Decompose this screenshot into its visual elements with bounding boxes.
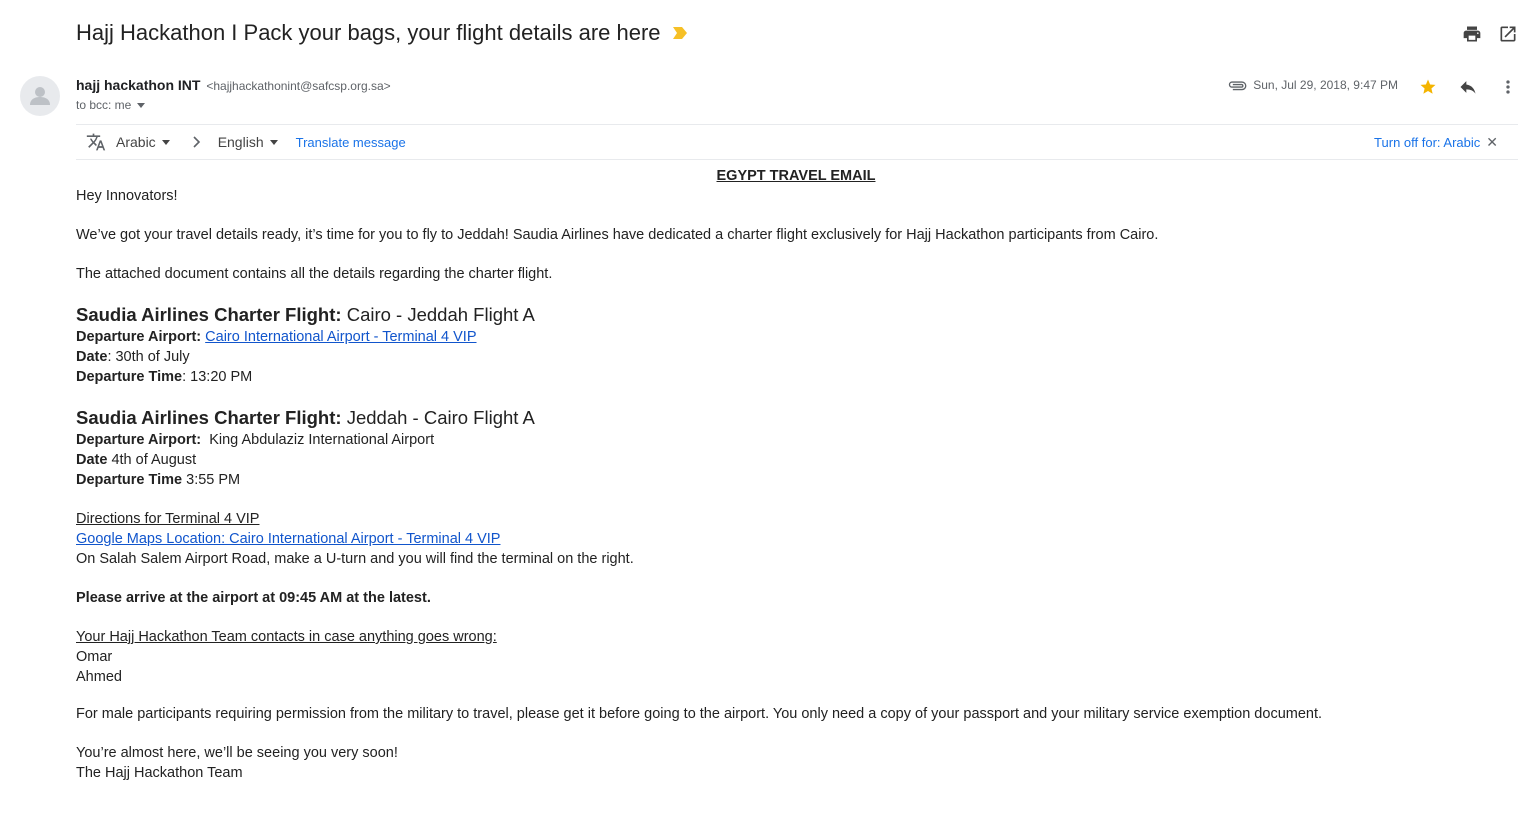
message-body: EGYPT TRAVEL EMAIL Hey Innovators! We’ve…: [76, 166, 1516, 783]
chevron-down-icon: [269, 139, 278, 145]
sender-name[interactable]: hajj hackathon INT: [76, 77, 200, 93]
chevron-down-icon: [161, 139, 170, 145]
sender-line: hajj hackathon INT <hajjhackathonint@saf…: [76, 77, 391, 93]
flight1-dep-label: Departure Airport:: [76, 329, 202, 345]
open-new-window-icon[interactable]: [1498, 24, 1518, 44]
flight1-time-value: : 13:20 PM: [182, 369, 253, 385]
flight2-date: Date 4th of August: [76, 450, 1516, 470]
star-icon[interactable]: [1417, 76, 1439, 98]
recipients-toggle[interactable]: to bcc: me: [76, 98, 146, 112]
avatar-icon: [30, 87, 50, 105]
flight1-time: Departure Time: 13:20 PM: [76, 367, 1516, 387]
flight1-date: Date: 30th of July: [76, 347, 1516, 367]
sender-email: <hajjhackathonint@safcsp.org.sa>: [206, 79, 391, 93]
close-icon[interactable]: ✕: [1486, 134, 1498, 151]
source-language-select[interactable]: Arabic: [116, 134, 170, 150]
reply-icon[interactable]: [1457, 76, 1479, 98]
avatar[interactable]: [20, 76, 60, 116]
flight1-date-label: Date: [76, 349, 108, 365]
flight2-date-value: 4th of August: [111, 452, 197, 468]
maps-link[interactable]: Google Maps Location: Cairo Internationa…: [76, 531, 500, 547]
target-language-select[interactable]: English: [218, 134, 278, 150]
flight1-date-value: : 30th of July: [107, 349, 190, 365]
contact-item: Ahmed: [76, 669, 122, 685]
intro-paragraph: We’ve got your travel details ready, it’…: [76, 227, 1159, 243]
flight1-label: Saudia Airlines Charter Flight:: [76, 304, 342, 325]
flight2-route: Jeddah - Cairo Flight A: [346, 407, 535, 428]
body-heading: EGYPT TRAVEL EMAIL: [716, 168, 876, 184]
print-icon[interactable]: [1462, 24, 1482, 44]
turn-off-translate[interactable]: Turn off for: Arabic ✕: [1374, 134, 1498, 151]
signature: The Hajj Hackathon Team: [76, 765, 243, 781]
email-subject: Hajj Hackathon I Pack your bags, your fl…: [76, 20, 687, 46]
message-meta: Sun, Jul 29, 2018, 9:47 PM: [1227, 78, 1398, 92]
attachment-icon: [1229, 81, 1247, 91]
important-marker-icon[interactable]: [672, 27, 687, 39]
translate-bar: Arabic English Translate message Turn of…: [76, 124, 1518, 160]
message-date: Sun, Jul 29, 2018, 9:47 PM: [1253, 78, 1398, 92]
closing-line: You’re almost here, we’ll be seeing you …: [76, 745, 398, 761]
flight2-departure: Departure Airport: King Abdulaziz Intern…: [76, 430, 1516, 450]
subject-title: Hajj Hackathon I Pack your bags, your fl…: [76, 20, 661, 45]
recipients-text: to bcc: me: [76, 98, 132, 112]
flight2-dep-label: Departure Airport:: [76, 432, 202, 448]
translate-icon: [86, 133, 106, 151]
flight2-time-value: 3:55 PM: [186, 472, 241, 488]
flight2-time: Departure Time 3:55 PM: [76, 470, 1516, 490]
source-language-label: Arabic: [116, 134, 156, 150]
directions-text: On Salah Salem Airport Road, make a U-tu…: [76, 551, 634, 567]
flight1-time-label: Departure Time: [76, 369, 183, 385]
arrive-note: Please arrive at the airport at 09:45 AM…: [76, 590, 431, 606]
flight2-time-label: Departure Time: [76, 472, 183, 488]
flight1-dep-airport-link[interactable]: Cairo International Airport - Terminal 4…: [205, 329, 476, 345]
flight2-dep-airport: King Abdulaziz International Airport: [209, 432, 435, 448]
more-vert-icon[interactable]: [1497, 76, 1519, 98]
chevron-down-icon: [137, 102, 146, 108]
flight2-label: Saudia Airlines Charter Flight:: [76, 407, 342, 428]
flight1-departure: Departure Airport: Cairo International A…: [76, 327, 1516, 347]
attached-paragraph: The attached document contains all the d…: [76, 266, 553, 282]
turn-off-label: Turn off for: Arabic: [1374, 135, 1481, 150]
directions-title: Directions for Terminal 4 VIP: [76, 511, 260, 527]
translate-message-link[interactable]: Translate message: [296, 135, 406, 150]
flight2-heading: Saudia Airlines Charter Flight: Jeddah -…: [76, 406, 1516, 430]
flight1-route: Cairo - Jeddah Flight A: [346, 304, 535, 325]
military-note: For male participants requiring permissi…: [76, 706, 1323, 722]
greeting: Hey Innovators!: [76, 188, 178, 204]
target-language-label: English: [217, 134, 264, 150]
contact-item: Omar: [76, 649, 113, 665]
flight1-heading: Saudia Airlines Charter Flight: Cairo - …: [76, 303, 1516, 327]
contacts-title: Your Hajj Hackathon Team contacts in cas…: [76, 629, 497, 645]
flight2-date-label: Date: [76, 452, 108, 468]
chevron-right-icon: [193, 136, 200, 148]
